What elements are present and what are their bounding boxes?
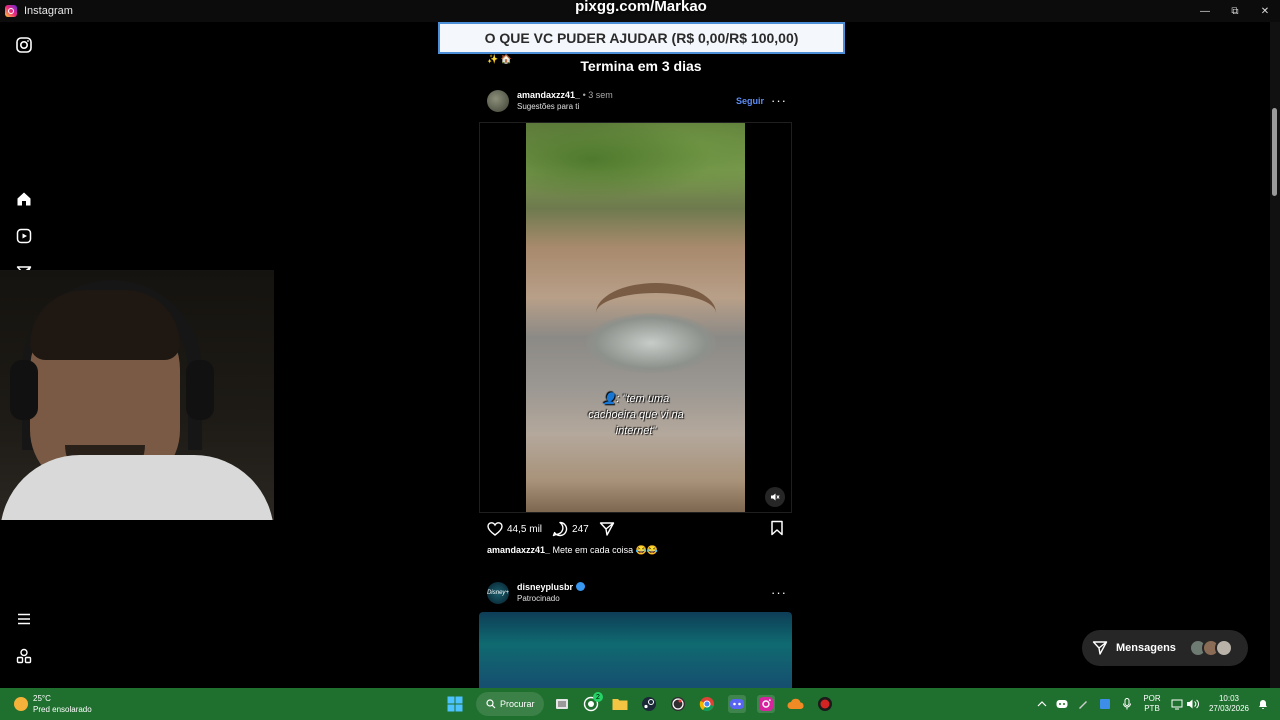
post-header: amandaxzz41_ • 3 sem Sugestões para ti S… [487, 89, 787, 113]
messages-label: Mensagens [1116, 642, 1176, 654]
follow-button[interactable]: Seguir [736, 96, 764, 106]
reels-icon[interactable] [14, 226, 34, 246]
ad-media[interactable] [479, 612, 792, 692]
close-button[interactable]: ✕ [1250, 0, 1280, 22]
tray-defender-icon[interactable] [1096, 695, 1114, 713]
taskbar-search-icon [486, 699, 496, 709]
clock-time: 10:03 [1218, 694, 1240, 703]
donation-url: pixgg.com/Markao [575, 0, 707, 15]
language-indicator[interactable]: POR PTB [1140, 694, 1164, 714]
ad-post-header: Disney+ disneyplusbr Patrocinado ··· [487, 580, 787, 604]
video-caption: 👤: "tem uma cachoeira que vi na internet… [588, 393, 684, 437]
notification-bell-icon[interactable] [1254, 695, 1272, 713]
red-app-icon[interactable] [816, 695, 834, 713]
caption-text: Mete em cada coisa 😂😂 [550, 545, 658, 555]
like-heart-icon[interactable] [487, 521, 503, 537]
messages-send-icon [1092, 641, 1108, 655]
messages-avatars [1189, 639, 1239, 657]
minimize-button[interactable]: — [1190, 0, 1220, 22]
microphone-icon[interactable] [1118, 695, 1136, 713]
language-top: POR [1143, 694, 1161, 703]
clock[interactable]: 10:03 27/03/2026 [1204, 694, 1254, 714]
post-more-button[interactable]: ··· [771, 93, 787, 108]
post-username[interactable]: amandaxzz41_ • 3 sem [517, 90, 613, 100]
taskbar-search[interactable]: Procurar [476, 692, 544, 716]
post-time: • 3 sem [582, 90, 613, 100]
clock-date: 27/03/2026 [1208, 704, 1250, 713]
instagram-taskbar-icon[interactable] [757, 695, 775, 713]
verified-badge-icon [576, 582, 586, 591]
avatar[interactable] [487, 90, 509, 112]
share-send-icon[interactable] [599, 521, 615, 537]
post-username-text[interactable]: amandaxzz41_ [517, 90, 580, 100]
ad-username[interactable]: disneyplusbr [517, 582, 586, 592]
language-bottom: PTB [1144, 704, 1160, 713]
right-ear-cup [186, 360, 214, 420]
discord-icon[interactable] [728, 695, 746, 713]
screen: Instagram — ⧉ ✕ pixgg.com/Markao O QUE V… [0, 0, 1280, 720]
muted-speaker-icon [771, 493, 780, 501]
post-actions: 44,5 mil 247 [487, 520, 787, 538]
home-icon[interactable] [14, 189, 34, 209]
sun-icon [14, 697, 28, 711]
weather-widget[interactable]: 25°C Pred ensolarado [12, 693, 132, 715]
instagram-app-icon [5, 5, 17, 17]
tray-chevron-up-icon[interactable] [1033, 695, 1051, 713]
windows-start-icon[interactable] [446, 695, 464, 713]
menu-icon[interactable] [14, 609, 34, 629]
tray-discord-icon[interactable] [1053, 695, 1071, 713]
likes-count[interactable]: 44,5 mil [507, 524, 542, 535]
taskbar-search-label: Procurar [500, 699, 535, 709]
comment-icon[interactable] [552, 521, 568, 537]
video-pool [586, 313, 716, 373]
tray-pen-icon[interactable] [1074, 695, 1092, 713]
donation-goal-text: O QUE VC PUDER AJUDAR (R$ 0,00/R$ 100,00… [484, 30, 799, 46]
post-caption: amandaxzz41_ Mete em cada coisa 😂😂 [487, 545, 658, 556]
reel-video[interactable]: 👤: "tem uma cachoeira que vi na internet… [526, 123, 745, 512]
maximize-button[interactable]: ⧉ [1220, 0, 1250, 22]
window-controls: — ⧉ ✕ [1190, 0, 1280, 22]
ad-more-button[interactable]: ··· [771, 585, 787, 600]
obs-icon[interactable] [669, 695, 687, 713]
caption-username[interactable]: amandaxzz41_ [487, 545, 550, 555]
cloud-app-icon[interactable] [787, 695, 805, 713]
webcam-overlay [0, 270, 274, 520]
task-view-icon[interactable] [553, 695, 571, 713]
comments-count[interactable]: 247 [572, 524, 589, 535]
messages-button[interactable]: Mensagens [1082, 630, 1248, 666]
whatsapp-icon[interactable]: 2 [582, 692, 603, 713]
file-explorer-icon[interactable] [611, 695, 629, 713]
bookmark-icon[interactable] [769, 520, 785, 536]
streamer-hair [30, 290, 180, 360]
streamer-shirt [0, 455, 274, 520]
left-ear-cup [10, 360, 38, 420]
video-foliage [526, 123, 745, 213]
scrollbar-thumb[interactable] [1272, 108, 1277, 196]
post-media[interactable]: 👤: "tem uma cachoeira que vi na internet… [479, 122, 792, 513]
donation-goal-bar: O QUE VC PUDER AJUDAR (R$ 0,00/R$ 100,00… [438, 22, 845, 54]
post-subtitle: Sugestões para ti [517, 102, 580, 111]
volume-icon[interactable] [1184, 695, 1202, 713]
mute-button[interactable] [765, 487, 785, 507]
weather-temperature: 25°C [33, 694, 51, 703]
instagram-logo-icon[interactable] [14, 35, 34, 55]
weather-description: Pred ensolarado [33, 705, 92, 714]
window-title: Instagram [24, 5, 73, 17]
steam-icon[interactable] [640, 695, 658, 713]
avatar [1215, 639, 1233, 657]
ad-avatar[interactable]: Disney+ [487, 582, 509, 604]
goal-ends-text: Termina em 3 dias [580, 58, 702, 74]
ad-username-text[interactable]: disneyplusbr [517, 582, 573, 592]
also-from-meta-icon[interactable] [14, 646, 34, 666]
ad-sponsored-label: Patrocinado [517, 594, 560, 603]
whatsapp-badge: 2 [593, 692, 603, 702]
chrome-icon[interactable] [698, 695, 716, 713]
